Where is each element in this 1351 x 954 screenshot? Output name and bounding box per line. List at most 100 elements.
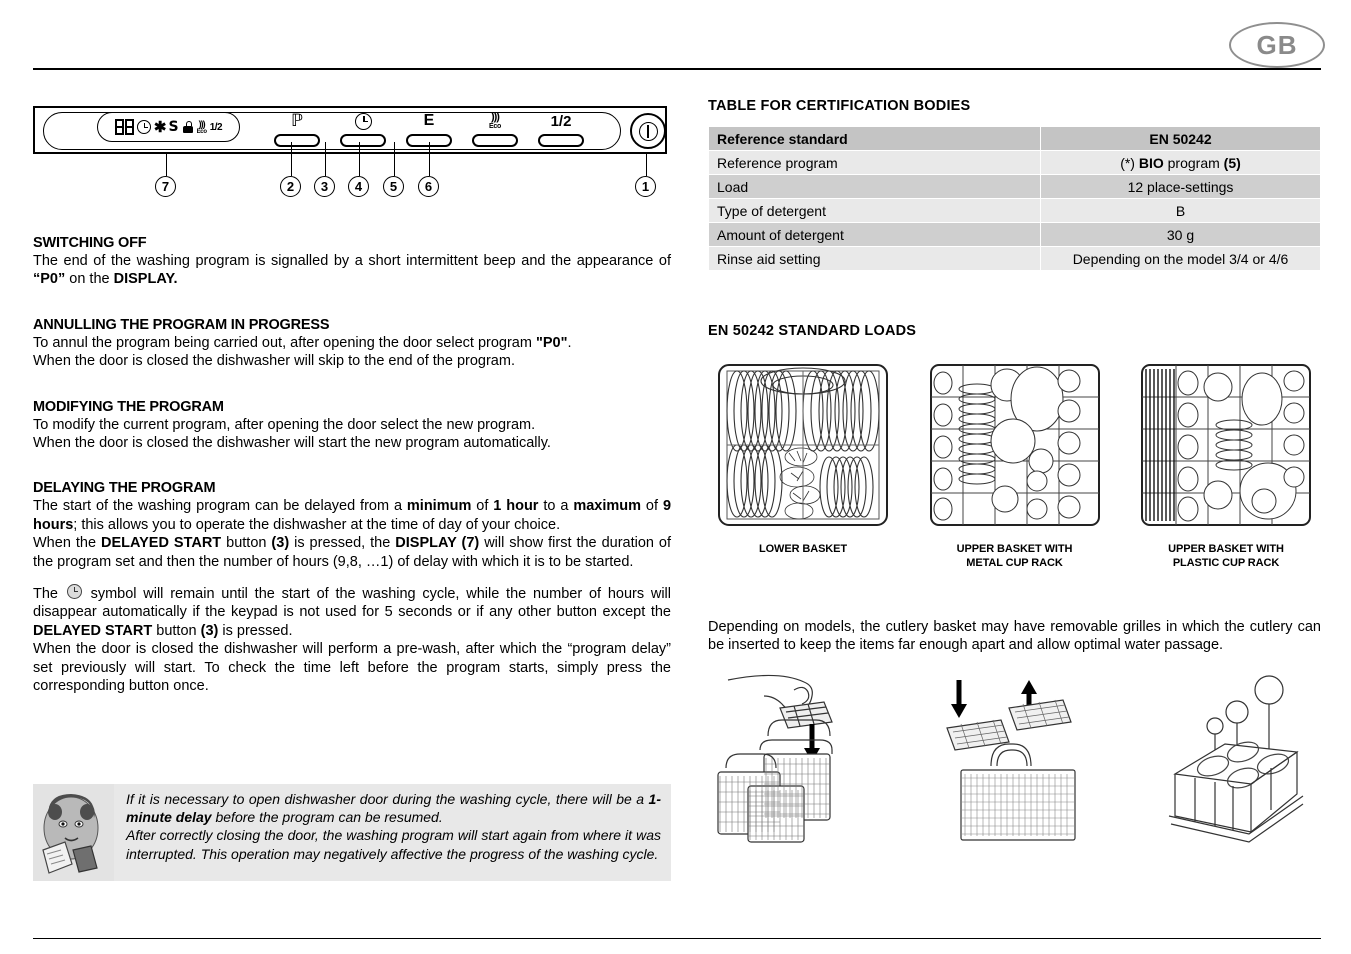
switching-off-text: The end of the washing program is signal…: [33, 252, 671, 289]
callout-6-number: 6: [418, 176, 439, 197]
half-load-icon: 1/2: [209, 121, 223, 133]
warning-note-text: If it is necessary to open dishwasher do…: [114, 784, 671, 881]
delaying-p3-a: The: [33, 586, 65, 603]
program-P-icon: ℙ: [291, 111, 303, 131]
annulling-line2: When the door is closed the dishwasher w…: [33, 353, 515, 370]
delaying-heading: DELAYING THE PROGRAM: [33, 480, 216, 497]
callout-4-number: 4: [348, 176, 369, 197]
cert-table-heading: TABLE FOR CERTIFICATION BODIES: [708, 98, 971, 114]
tap-water-icon: [182, 121, 194, 133]
switching-off-t1: The end of the washing program is signal…: [33, 253, 671, 269]
table-row: Amount of detergent 30 g: [708, 222, 1321, 247]
cell-load-value: 12 place-settings: [1040, 174, 1321, 199]
header-divider: [33, 68, 1321, 70]
section-annulling: ANNULLING THE PROGRAM IN PROGRESS To ann…: [33, 317, 671, 371]
delaying-delayed-start-2: DELAYED START: [33, 622, 153, 639]
callout-1-number: 1: [635, 176, 656, 197]
eco-button-pad[interactable]: [472, 134, 518, 147]
annulling-p0: "P0": [535, 334, 568, 351]
upper-metal-caption-line2: METAL CUP RACK: [966, 556, 1063, 569]
seven-segment-digits-icon: [114, 119, 134, 135]
warning-note-box: If it is necessary to open dishwasher do…: [33, 784, 671, 881]
annulling-text: To annul the program being carried out, …: [33, 334, 671, 352]
load-item-lower-basket: LOWER BASKET: [708, 359, 898, 571]
delaying-p3: The symbol will remain until the start o…: [33, 584, 671, 640]
control-panel-diagram: ✱ S ))) Eco 1/2 ℙ E))) Eco 1/2 7 2 3 4 …: [33, 98, 671, 203]
standard-loads-diagrams: LOWER BASKET UPPER BASKET WITH METAL CUP…: [708, 359, 1321, 571]
footer-divider: [33, 938, 1321, 939]
eco-button[interactable]: ))) Eco: [469, 110, 521, 147]
rp-bio: BIO: [1138, 154, 1164, 171]
table-row: Load 12 place-settings: [708, 174, 1321, 199]
half-load-button-pad[interactable]: [538, 134, 584, 147]
cutlery-basket-removable-grille-diagram: [945, 680, 1076, 841]
cell-rinse-aid-key: Rinse aid setting: [708, 246, 1041, 271]
certification-table: Reference standard EN 50242 Reference pr…: [708, 126, 1321, 271]
note-l1-a: If it is necessary to open dishwasher do…: [126, 791, 649, 807]
table-row: Type of detergent B: [708, 198, 1321, 223]
rp-five: (5): [1223, 154, 1241, 171]
upper-plastic-caption-line1: UPPER BASKET WITH: [1168, 543, 1284, 555]
cell-reference-program-key: Reference program: [708, 150, 1041, 175]
switching-off-t2: on the: [65, 271, 114, 288]
delaying-display-7: DISPLAY (7): [395, 535, 480, 552]
eco-button-icon: ))) Eco: [489, 111, 501, 131]
delayed-start-clock-icon: [337, 110, 389, 132]
modifying-line1: To modify the current program, after ope…: [33, 416, 536, 433]
callout-5: 5: [383, 142, 404, 197]
callout-3-number: 3: [314, 176, 335, 197]
switching-off-heading: SWITCHING OFF: [33, 235, 147, 251]
upper-plastic-caption-line2: PLASTIC CUP RACK: [1172, 556, 1280, 569]
cartoon-woman-with-note-icon: [33, 784, 114, 881]
half-load-button[interactable]: 1/2: [535, 110, 587, 147]
section-delaying: DELAYING THE PROGRAM The start of the wa…: [33, 480, 671, 695]
language-badge: GB: [1229, 22, 1325, 68]
power-button[interactable]: [630, 113, 666, 149]
cell-reference-standard-key: Reference standard: [708, 126, 1041, 151]
delaying-p3-d: is pressed.: [218, 622, 293, 639]
delaying-p4: When the door is closed the dishwasher w…: [33, 641, 671, 695]
table-row: Rinse aid setting Depending on the model…: [708, 246, 1321, 271]
delaying-p1-d: of: [641, 498, 663, 515]
callout-6: 6: [418, 142, 439, 197]
cell-type-detergent-value: B: [1040, 198, 1321, 223]
cell-load-key: Load: [708, 174, 1041, 199]
cell-amount-detergent-key: Amount of detergent: [708, 222, 1041, 247]
table-row: Reference program (*) BIO program (5): [708, 150, 1321, 175]
note-l1-c: before the program can be resumed.: [211, 809, 443, 826]
upper-basket-metal-caption: UPPER BASKET WITH METAL CUP RACK: [920, 543, 1110, 571]
delaying-p3-c: button: [152, 622, 201, 639]
delaying-p1-b: of: [471, 498, 494, 515]
power-icon: [638, 121, 658, 141]
delaying-p2-b: button: [221, 535, 272, 552]
delay-clock-icon: [136, 120, 151, 134]
note-l2: After correctly closing the door, the wa…: [126, 827, 661, 862]
delaying-p3-b: symbol will remain until the start of th…: [33, 586, 672, 621]
lower-basket-caption: LOWER BASKET: [708, 543, 898, 557]
language-badge-label: GB: [1256, 29, 1298, 60]
section-switching-off: SWITCHING OFF The end of the washing pro…: [33, 235, 671, 289]
callout-7-number: 7: [155, 176, 176, 197]
cell-rinse-aid-value: Depending on the model 3/4 or 4/6: [1040, 246, 1321, 271]
upper-basket-metal-rack-diagram: [929, 364, 1100, 526]
rp-part2: program: [1163, 154, 1224, 171]
upper-metal-caption-line1: UPPER BASKET WITH: [956, 543, 1073, 555]
annulling-t2: .: [567, 334, 572, 351]
callout-1: 1: [635, 154, 656, 197]
cutlery-paragraph: Depending on models, the cutlery basket …: [708, 618, 1321, 653]
annulling-t1: To annul the program being carried out, …: [33, 334, 536, 351]
delaying-ref-3-b: (3): [200, 622, 219, 639]
cell-amount-detergent-value: 30 g: [1040, 222, 1321, 247]
delaying-minimum: minimum: [406, 498, 472, 515]
switching-off-display: DISPLAY.: [113, 271, 178, 288]
delaying-delayed-start: DELAYED START: [100, 535, 222, 552]
delaying-p2: When the DELAYED START button (3) is pre…: [33, 534, 671, 571]
inline-delay-clock-icon: [66, 584, 82, 600]
left-column: ✱ S ))) Eco 1/2 ℙ E))) Eco 1/2 7 2 3 4 …: [33, 98, 671, 696]
glass-holder-basket-diagram: [1168, 675, 1304, 843]
delaying-p2-a: When the: [33, 535, 101, 552]
annulling-heading: ANNULLING THE PROGRAM IN PROGRESS: [33, 316, 330, 333]
load-item-upper-basket-plastic: UPPER BASKET WITH PLASTIC CUP RACK: [1131, 359, 1321, 571]
callout-4: 4: [348, 142, 369, 197]
manual-page: GB ✱ S ))) Eco 1/2 ℙ E))) Eco 1/2 7 2 3…: [0, 0, 1351, 954]
